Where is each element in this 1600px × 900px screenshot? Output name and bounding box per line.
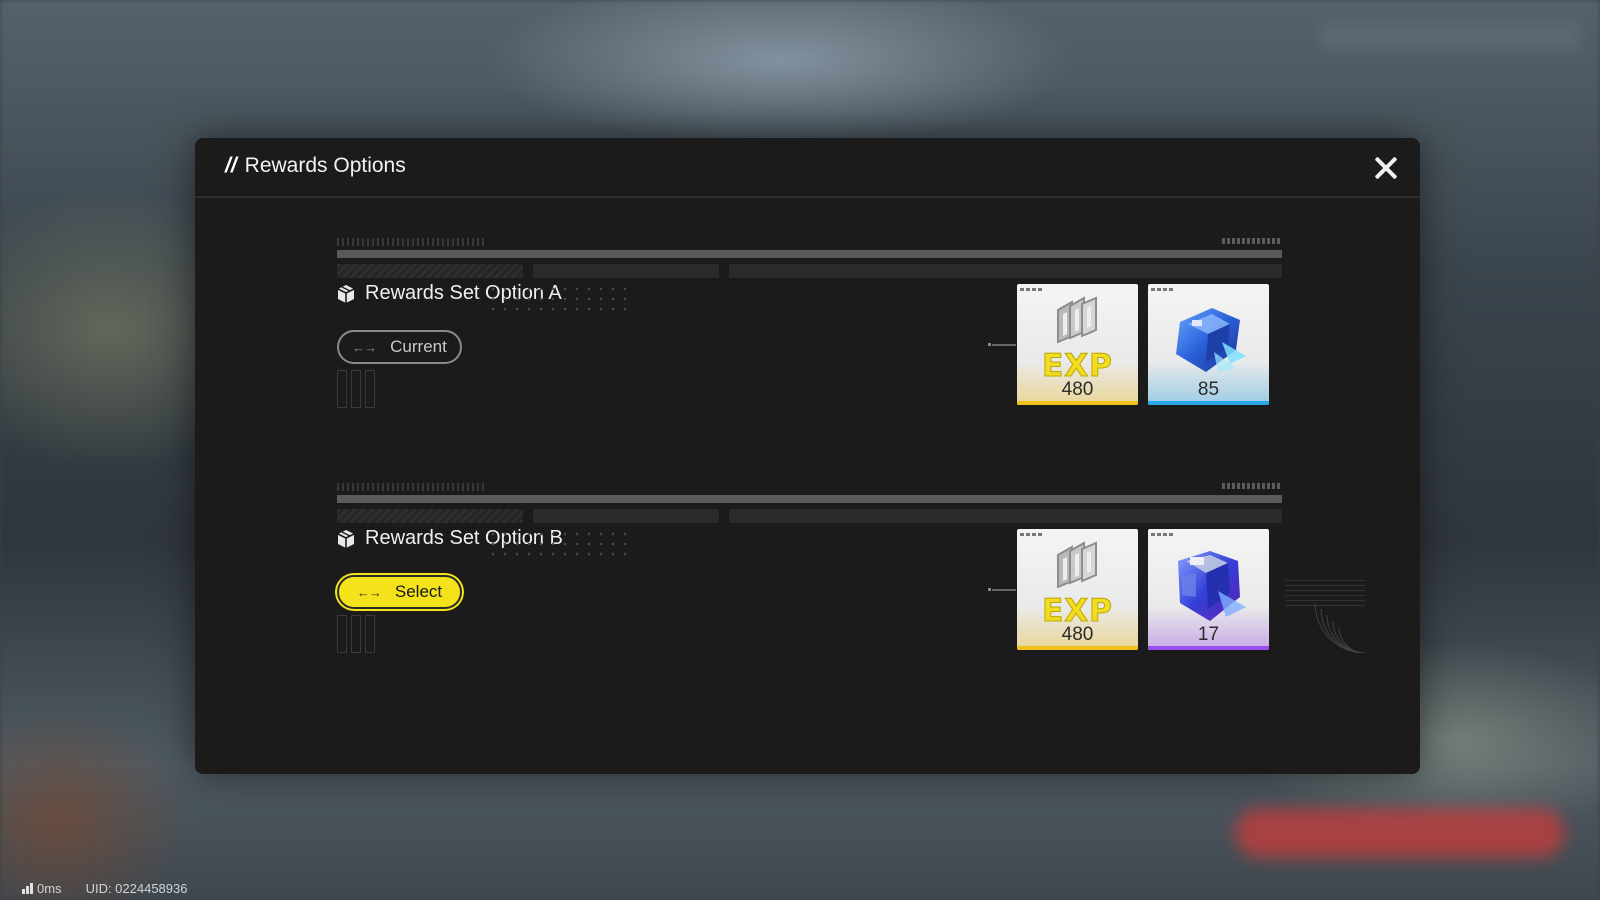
reward-item-blue-chip[interactable]: 85 xyxy=(1148,284,1269,405)
background-red-button xyxy=(1235,808,1565,858)
modal-title-text: Rewards Options xyxy=(244,154,406,177)
title-slashes: // xyxy=(225,154,237,177)
cube-icon xyxy=(337,529,355,549)
header-segment xyxy=(729,509,1282,523)
header-segment xyxy=(729,264,1282,278)
dot-pattern xyxy=(487,529,627,559)
exp-icon xyxy=(1057,541,1097,589)
current-button-label: Current xyxy=(390,337,447,356)
header-segment xyxy=(533,264,719,278)
double-arrow-icon: ←→ xyxy=(356,584,382,600)
decorative-bars xyxy=(337,615,375,653)
item-tag xyxy=(1020,533,1042,536)
decorative-marks xyxy=(1222,238,1282,244)
decorative-marks xyxy=(1222,483,1282,489)
double-arrow-icon: ←→ xyxy=(352,339,377,355)
rewards-options-modal: // Rewards Options Rewards Set Option A xyxy=(195,138,1420,774)
header-bar xyxy=(337,250,1282,258)
rarity-stripe xyxy=(1148,401,1269,405)
reward-item-exp[interactable]: EXP 480 xyxy=(1017,284,1138,405)
reward-item-exp[interactable]: EXP 480 xyxy=(1017,529,1138,650)
connector-line xyxy=(988,343,1016,346)
current-button[interactable]: ←→ Current xyxy=(337,330,462,364)
ping-indicator: 0ms xyxy=(22,881,62,896)
uid-label: UID: 0224458936 xyxy=(85,880,188,896)
modal-title: // Rewards Options xyxy=(225,154,406,178)
item-count: 480 xyxy=(1061,379,1094,400)
decorative-marks xyxy=(337,483,487,491)
select-button-label: Select xyxy=(394,582,443,601)
decorative-arcs xyxy=(1314,602,1365,653)
item-count: 85 xyxy=(1197,379,1220,400)
status-footer: 0ms UID: 0224458936 xyxy=(22,880,187,896)
select-button[interactable]: ←→ Select xyxy=(337,575,462,609)
modal-header: // Rewards Options xyxy=(195,138,1420,198)
decorative-marks xyxy=(337,238,487,246)
reward-option-a: Rewards Set Option A ←→ Current EXP 480 xyxy=(337,238,1282,410)
rarity-stripe xyxy=(1148,646,1269,650)
background-top-right-panel xyxy=(1320,22,1580,52)
signal-icon xyxy=(22,882,33,894)
cube-icon xyxy=(337,284,355,304)
rarity-stripe xyxy=(1017,646,1138,650)
header-bar xyxy=(337,495,1282,503)
item-tag xyxy=(1020,288,1042,291)
close-icon[interactable] xyxy=(1370,152,1402,184)
decorative-bars xyxy=(337,370,375,408)
header-segment xyxy=(337,264,523,278)
connector-line xyxy=(988,588,1016,591)
exp-icon xyxy=(1057,296,1097,344)
header-segment xyxy=(337,509,523,523)
rarity-stripe xyxy=(1017,401,1138,405)
item-count: 480 xyxy=(1061,624,1094,645)
reward-item-purple-chip[interactable]: 17 xyxy=(1148,529,1269,650)
header-segment xyxy=(533,509,719,523)
item-tag xyxy=(1151,288,1173,291)
item-tag xyxy=(1151,533,1173,536)
dot-pattern xyxy=(487,284,627,314)
reward-option-b: Rewards Set Option B ←→ Select EXP 480 xyxy=(337,483,1282,655)
ping-value: 0ms xyxy=(37,880,62,896)
item-count: 17 xyxy=(1197,624,1220,645)
